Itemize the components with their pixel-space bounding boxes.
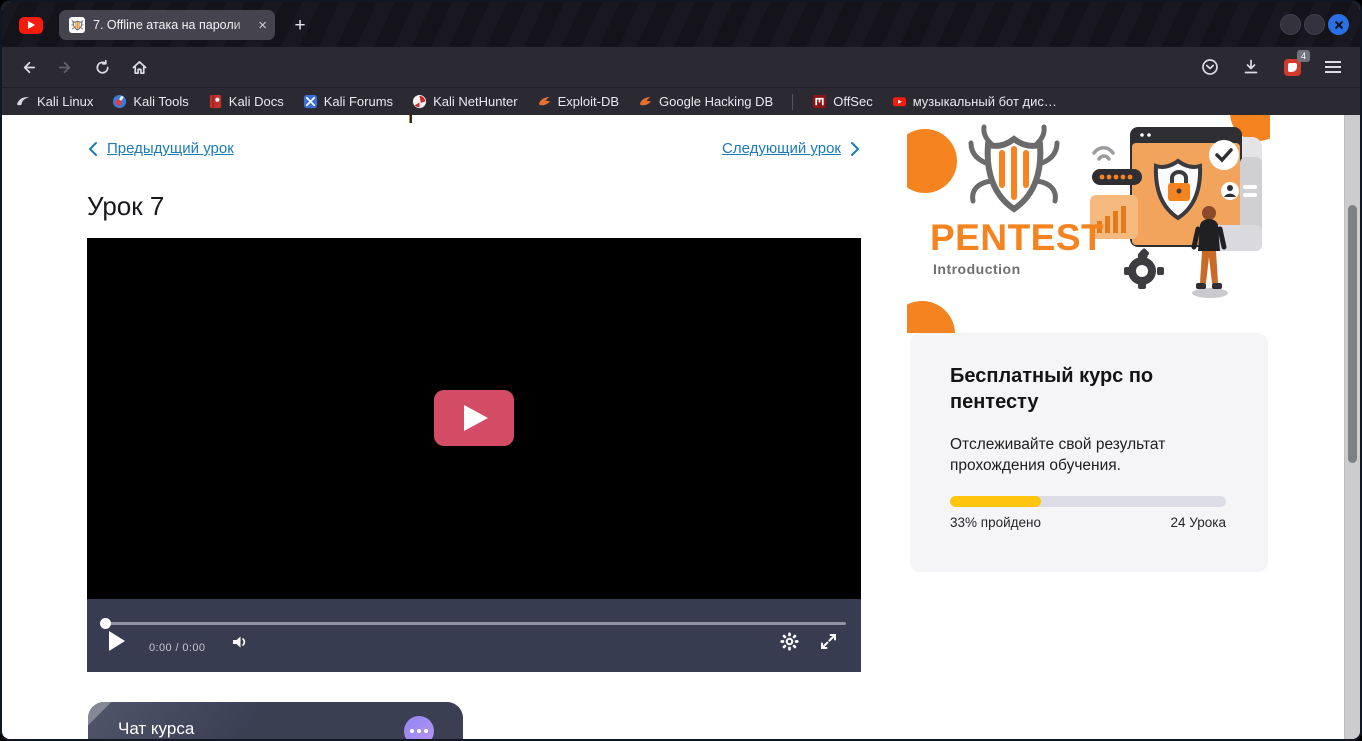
bookmark-kali-tools[interactable]: Kali Tools xyxy=(112,94,188,109)
window-maximize-button[interactable] xyxy=(1304,14,1325,35)
pentest-brand-text: PENTEST xyxy=(930,217,1104,259)
page-scrollbar[interactable] xyxy=(1344,115,1360,739)
forward-button[interactable] xyxy=(51,53,79,81)
bookmark-music-bot[interactable]: музыкальный бот дис… xyxy=(892,94,1057,109)
scrollbar-thumb[interactable] xyxy=(1348,205,1357,463)
lessons-count-label: 24 Урока xyxy=(1171,515,1226,530)
tab-active[interactable]: 7. Offline атака на пароли × xyxy=(59,10,275,40)
google-hacking-db-icon xyxy=(638,94,653,109)
pentest-brand-subtitle: Introduction xyxy=(933,261,1021,277)
pocket-icon[interactable] xyxy=(1197,54,1223,80)
bookmark-kali-linux[interactable]: Kali Linux xyxy=(16,94,93,109)
clipped-heading-fragment xyxy=(409,115,412,123)
progress-percent-label: 33% пройдено xyxy=(950,515,1041,530)
exploit-db-icon xyxy=(537,94,552,109)
play-button[interactable] xyxy=(109,631,125,651)
youtube-icon xyxy=(19,17,43,34)
chevron-left-icon xyxy=(87,141,98,157)
offsec-icon xyxy=(812,94,827,109)
card-title: Бесплатный курс по пентесту xyxy=(950,364,1200,415)
next-lesson-link[interactable]: Следующий урок xyxy=(722,140,861,157)
kali-linux-icon xyxy=(16,94,31,109)
titlebar: 7. Offline атака на пароли × + xyxy=(2,2,1360,47)
pentest-spider-logo-icon xyxy=(959,123,1069,219)
volume-icon[interactable] xyxy=(231,633,250,656)
card-description: Отслеживайте свой результат прохождения … xyxy=(950,434,1200,476)
chat-title: Чат курса xyxy=(118,719,194,739)
bookmark-google-hacking-db[interactable]: Google Hacking DB xyxy=(638,94,773,109)
bookmark-offsec[interactable]: OffSec xyxy=(812,94,873,109)
tab-title: 7. Offline атака на пароли xyxy=(93,18,254,32)
chat-bubble-icon[interactable] xyxy=(404,716,434,739)
lesson-navigation: Предыдущий урок Следующий урок xyxy=(87,140,861,157)
bookmark-kali-nethunter[interactable]: Kali NetHunter xyxy=(412,94,518,109)
progress-fill xyxy=(950,496,1041,507)
video-controls: 0:00 / 0:00 xyxy=(87,599,861,672)
course-progress-bar xyxy=(950,496,1226,507)
window-minimize-button[interactable] xyxy=(1280,14,1301,35)
security-illustration xyxy=(1090,117,1266,317)
orange-circle-decoration xyxy=(907,301,955,333)
back-button[interactable] xyxy=(14,53,42,81)
bookmark-kali-forums[interactable]: Kali Forums xyxy=(303,94,393,109)
kali-nethunter-icon xyxy=(412,94,427,109)
page-content: Предыдущий урок Следующий урок Урок 7 0:… xyxy=(2,115,1360,739)
fullscreen-icon[interactable] xyxy=(819,632,838,656)
new-tab-button[interactable]: + xyxy=(287,13,313,39)
reload-button[interactable] xyxy=(88,53,116,81)
window-controls xyxy=(1280,14,1349,35)
course-promo-banner[interactable]: PENTEST Introduction xyxy=(907,115,1270,333)
window-close-button[interactable] xyxy=(1328,14,1349,35)
adblock-extension-icon[interactable]: 4 xyxy=(1279,54,1305,80)
bookmark-exploit-db[interactable]: Exploit-DB xyxy=(537,94,619,109)
prev-lesson-link[interactable]: Предыдущий урок xyxy=(87,140,234,157)
bookmarks-separator xyxy=(792,94,793,110)
time-display: 0:00 / 0:00 xyxy=(149,642,205,654)
downloads-icon[interactable] xyxy=(1238,54,1264,80)
home-button[interactable] xyxy=(125,53,153,81)
video-progress-bar[interactable] xyxy=(102,622,846,625)
browser-window: 7. Offline атака на пароли × + xyxy=(0,0,1362,741)
bookmarks-bar: Kali Linux Kali Tools Kali Docs Kali For… xyxy=(2,87,1360,115)
big-play-button[interactable] xyxy=(434,390,514,446)
tab-close-icon[interactable]: × xyxy=(258,18,267,33)
course-progress-card: Бесплатный курс по пентесту Отслеживайте… xyxy=(910,333,1268,572)
bookmark-kali-docs[interactable]: Kali Docs xyxy=(208,94,284,109)
kali-forums-icon xyxy=(303,94,318,109)
video-screen[interactable] xyxy=(87,238,861,599)
settings-gear-icon[interactable] xyxy=(780,632,799,656)
course-chat-widget[interactable]: Чат курса xyxy=(88,702,463,739)
menu-icon[interactable] xyxy=(1320,54,1346,80)
pinned-tab-youtube[interactable] xyxy=(14,14,48,36)
orange-circle-decoration xyxy=(907,129,957,193)
video-player: 0:00 / 0:00 xyxy=(87,238,861,672)
youtube-icon xyxy=(892,94,907,109)
nav-toolbar: https://codeby.school/training/view/urok… xyxy=(2,47,1360,87)
chevron-right-icon xyxy=(850,141,861,157)
kali-docs-icon xyxy=(208,94,223,109)
extension-badge: 4 xyxy=(1297,50,1310,62)
progress-knob[interactable] xyxy=(100,618,111,629)
page-title: Урок 7 xyxy=(87,191,164,222)
tab-favicon-icon xyxy=(69,17,85,33)
kali-tools-icon xyxy=(112,94,127,109)
